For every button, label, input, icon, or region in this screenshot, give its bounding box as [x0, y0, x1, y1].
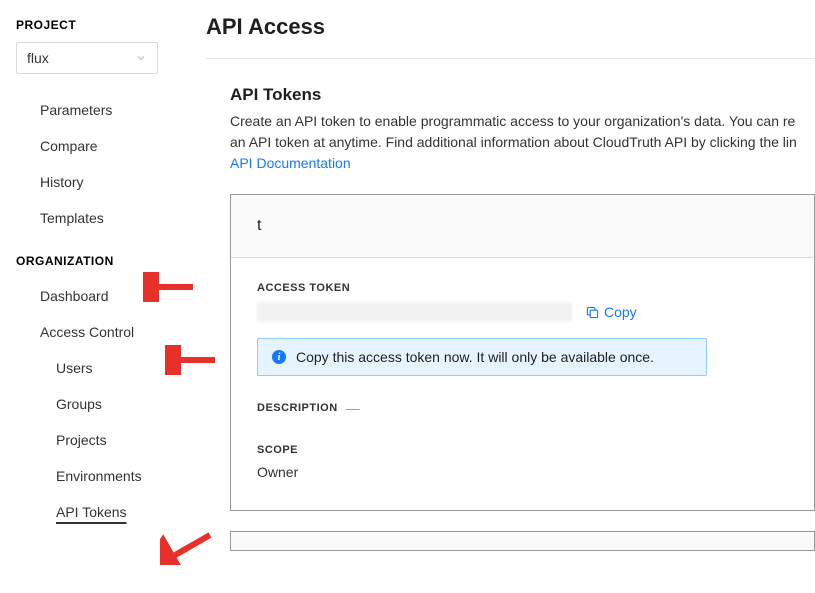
page-title: API Access: [206, 14, 815, 59]
project-select-dropdown[interactable]: flux: [16, 42, 158, 74]
sidebar: PROJECT flux Parameters Compare History …: [0, 0, 180, 593]
sidebar-item-environments[interactable]: Environments: [16, 458, 180, 494]
sidebar-item-dashboard[interactable]: Dashboard: [16, 278, 180, 314]
description-label: DESCRIPTION —: [257, 400, 788, 416]
copy-label: Copy: [604, 304, 637, 320]
scope-label: SCOPE: [257, 444, 788, 456]
org-nav: Dashboard Access Control Users Groups Pr…: [16, 278, 180, 530]
sidebar-item-users[interactable]: Users: [16, 350, 180, 386]
description-empty-dash: —: [346, 400, 361, 416]
api-docs-link[interactable]: API Documentation: [230, 155, 351, 171]
sidebar-item-parameters[interactable]: Parameters: [16, 92, 180, 128]
organization-section-header: ORGANIZATION: [16, 254, 180, 268]
copy-alert: i Copy this access token now. It will on…: [257, 338, 707, 376]
token-card: t ACCESS TOKEN Copy i Copy this access t…: [230, 194, 815, 511]
access-token-label: ACCESS TOKEN: [257, 282, 788, 294]
project-select-value: flux: [27, 50, 49, 66]
token-row: Copy: [257, 302, 788, 322]
sidebar-item-access-control[interactable]: Access Control: [16, 314, 180, 350]
chevron-down-icon: [135, 52, 147, 64]
sidebar-item-templates[interactable]: Templates: [16, 200, 180, 236]
token-name: t: [231, 195, 814, 258]
token-body: ACCESS TOKEN Copy i Copy this access tok…: [231, 258, 814, 510]
tokens-description: Create an API token to enable programmat…: [206, 111, 815, 174]
copy-button[interactable]: Copy: [586, 304, 637, 320]
sidebar-item-compare[interactable]: Compare: [16, 128, 180, 164]
project-nav: Parameters Compare History Templates: [16, 92, 180, 236]
alert-text: Copy this access token now. It will only…: [296, 349, 654, 365]
copy-icon: [586, 306, 599, 319]
tokens-heading: API Tokens: [206, 85, 815, 105]
sidebar-item-api-tokens[interactable]: API Tokens: [16, 494, 180, 530]
sidebar-item-history[interactable]: History: [16, 164, 180, 200]
sidebar-item-projects[interactable]: Projects: [16, 422, 180, 458]
main-content: API Access API Tokens Create an API toke…: [180, 0, 815, 593]
info-icon: i: [272, 350, 286, 364]
token-value-hidden: [257, 302, 572, 322]
scope-section: SCOPE Owner: [257, 444, 788, 480]
scope-value: Owner: [257, 464, 788, 480]
second-token-box: [230, 531, 815, 551]
project-section-header: PROJECT: [16, 18, 180, 32]
sidebar-item-groups[interactable]: Groups: [16, 386, 180, 422]
